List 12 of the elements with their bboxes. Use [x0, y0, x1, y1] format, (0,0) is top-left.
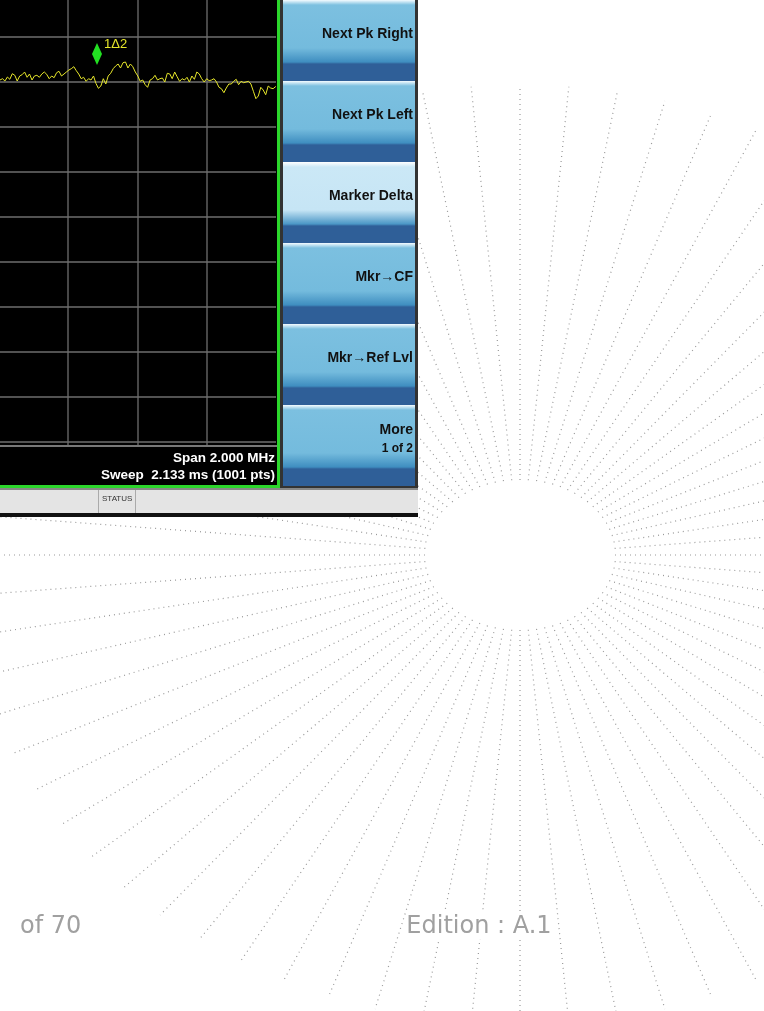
- edition-text: Edition : A.1: [406, 911, 552, 939]
- sweep-info-text: Sweep 2.133 ms (1001 pts): [100, 466, 275, 483]
- softkey-button[interactable]: More 1 of 2: [283, 405, 415, 486]
- softkey-button[interactable]: Next Pk Right: [283, 0, 415, 81]
- softkey-button[interactable]: Next Pk Left: [283, 81, 415, 162]
- marker-label: 1Δ2: [104, 36, 128, 51]
- status-label: STATUS: [98, 490, 137, 513]
- sweep-info-text: Span 2.000 MHz: [172, 449, 275, 466]
- marker-diamond-icon: [92, 43, 102, 65]
- softkey-button[interactable]: Marker Delta: [283, 162, 415, 243]
- softkey-button[interactable]: Mkr→Ref Lvl: [283, 324, 415, 405]
- softkey-button[interactable]: Mkr→CF: [283, 243, 415, 324]
